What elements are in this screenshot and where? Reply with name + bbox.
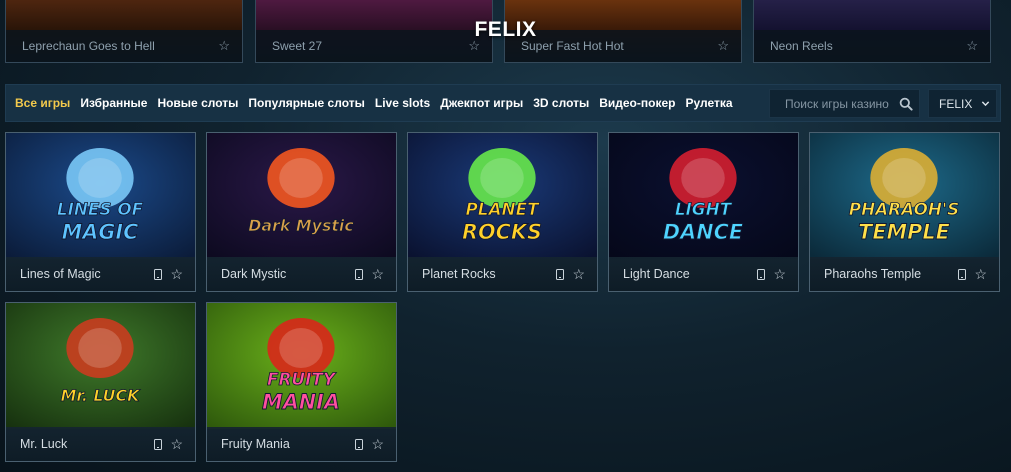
svg-text:MANIA: MANIA [262, 390, 340, 414]
nav-item-new-slots[interactable]: Новые слоты [157, 96, 238, 110]
chevron-down-icon [982, 101, 990, 107]
svg-text:LINES OF: LINES OF [57, 199, 144, 219]
game-card[interactable]: Mr. LUCK Mr. Luck ☆ [5, 302, 196, 462]
game-card[interactable]: FRUITY MANIA Fruity Mania ☆ [206, 302, 397, 462]
brand-title: FELIX [474, 18, 537, 41]
star-icon[interactable]: ☆ [572, 267, 585, 281]
game-card[interactable]: LINES OF MAGIC Lines of Magic ☆ [5, 132, 196, 292]
svg-text:LIGHT: LIGHT [675, 199, 733, 219]
mobile-icon [355, 438, 364, 450]
mobile-icon [154, 268, 163, 280]
game-caption: Planet Rocks ☆ [408, 257, 597, 291]
game-card[interactable]: PHARAOH'S TEMPLE Pharaohs Temple ☆ [809, 132, 1000, 292]
game-caption: Lines of Magic ☆ [6, 257, 195, 291]
nav-item-live-slots[interactable]: Live slots [375, 96, 430, 110]
provider-label: FELIX [939, 96, 973, 111]
category-nav: Все игры Избранные Новые слоты Популярны… [5, 84, 1001, 122]
game-name: Planet Rocks [422, 267, 496, 281]
search-icon[interactable] [899, 97, 913, 111]
provider-dropdown[interactable]: FELIX [928, 89, 997, 118]
game-name: Pharaohs Temple [824, 267, 922, 281]
search-box [769, 89, 920, 118]
star-icon[interactable]: ☆ [170, 437, 183, 451]
top-game-row: Leprechaun Goes to Hell ☆ Sweet 27 ☆ Sup… [0, 0, 1011, 64]
star-icon[interactable]: ☆ [974, 267, 987, 281]
game-caption: Dark Mystic ☆ [207, 257, 396, 291]
game-caption: Mr. Luck ☆ [6, 427, 195, 461]
mobile-icon [757, 268, 766, 280]
game-caption: Fruity Mania ☆ [207, 427, 396, 461]
search-input[interactable] [785, 96, 893, 111]
game-thumbnail: Mr. LUCK [6, 303, 195, 429]
nav-item-popular-slots[interactable]: Популярные слоты [248, 96, 364, 110]
svg-text:PLANET: PLANET [465, 199, 540, 219]
game-card[interactable]: LIGHT DANCE Light Dance ☆ [608, 132, 799, 292]
game-name: Dark Mystic [221, 267, 287, 281]
game-thumbnail: FRUITY MANIA [207, 303, 396, 429]
game-thumbnail: PLANET ROCKS [408, 133, 597, 259]
svg-text:Dark Mystic: Dark Mystic [248, 216, 354, 235]
svg-text:FRUITY: FRUITY [267, 369, 337, 389]
nav-item-all-games[interactable]: Все игры [15, 96, 70, 110]
nav-item-favorites[interactable]: Избранные [80, 96, 147, 110]
star-icon[interactable]: ☆ [170, 267, 183, 281]
star-icon[interactable]: ☆ [371, 437, 384, 451]
game-caption: Pharaohs Temple ☆ [810, 257, 999, 291]
star-icon[interactable]: ☆ [371, 267, 384, 281]
game-thumbnail: PHARAOH'S TEMPLE [810, 133, 999, 259]
game-caption: Light Dance ☆ [609, 257, 798, 291]
svg-text:ROCKS: ROCKS [462, 220, 542, 244]
game-thumbnail: Dark Mystic [207, 133, 396, 259]
star-icon[interactable]: ☆ [773, 267, 786, 281]
svg-text:Mr. LUCK: Mr. LUCK [61, 386, 141, 405]
svg-text:DANCE: DANCE [663, 220, 743, 244]
svg-text:PHARAOH'S: PHARAOH'S [849, 199, 960, 219]
svg-text:MAGIC: MAGIC [62, 220, 139, 244]
game-name: Mr. Luck [20, 437, 68, 451]
nav-item-video-poker[interactable]: Видео-покер [599, 96, 675, 110]
game-card[interactable]: PLANET ROCKS Planet Rocks ☆ [407, 132, 598, 292]
game-name: Fruity Mania [221, 437, 290, 451]
game-name: Light Dance [623, 267, 690, 281]
mobile-icon [556, 268, 565, 280]
nav-item-jackpot-games[interactable]: Джекпот игры [440, 96, 523, 110]
game-card[interactable]: Dark Mystic Dark Mystic ☆ [206, 132, 397, 292]
game-name: Lines of Magic [20, 267, 101, 281]
nav-item-3d-slots[interactable]: 3D слоты [533, 96, 589, 110]
mobile-icon [355, 268, 364, 280]
game-thumbnail: LINES OF MAGIC [6, 133, 195, 259]
mobile-icon [154, 438, 163, 450]
nav-item-roulette[interactable]: Рулетка [685, 96, 732, 110]
svg-text:TEMPLE: TEMPLE [858, 220, 950, 244]
game-thumbnail: LIGHT DANCE [609, 133, 798, 259]
mobile-icon [958, 268, 967, 280]
